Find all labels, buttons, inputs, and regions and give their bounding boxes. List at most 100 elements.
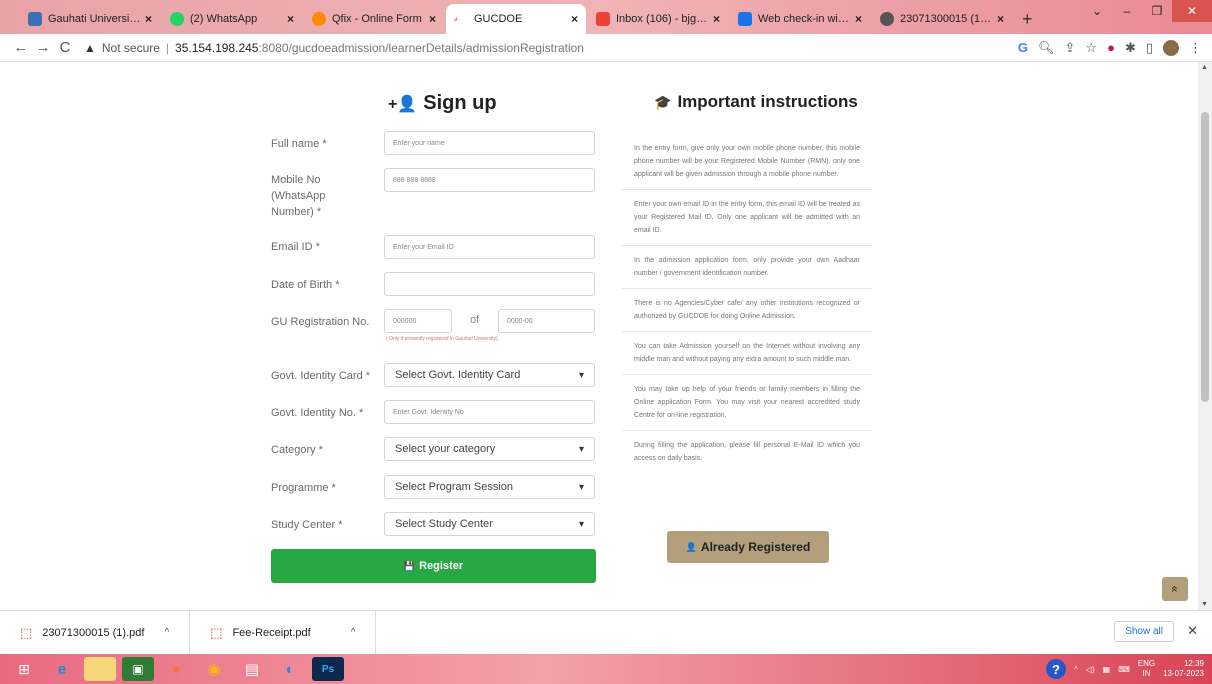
restore-button[interactable]: ❐ [1142, 0, 1172, 22]
bookmark-star-icon[interactable]: ☆ [1085, 40, 1097, 56]
tab-title: Web check-in with seat [758, 13, 851, 25]
new-tab-button[interactable]: + [1022, 4, 1033, 34]
photoshop-icon[interactable]: Ps [312, 657, 344, 681]
zoom-icon[interactable]: 🔍︎ [1038, 40, 1055, 56]
system-clock[interactable]: 12:39 13-07-2023 [1163, 659, 1204, 679]
instruction-item: Enter your own email ID in the entry for… [622, 190, 872, 246]
sidepanel-icon[interactable]: ▯ [1146, 40, 1153, 56]
tab-close-icon[interactable]: × [855, 12, 862, 26]
download-item[interactable]: ⬚ 23071300015 (1).pdf ^ [20, 610, 191, 655]
tab-close-icon[interactable]: × [429, 12, 436, 26]
graduation-cap-icon: 🎓 [654, 94, 672, 110]
gu-session-input[interactable]: 0000-00 [498, 309, 595, 333]
tab-close-icon[interactable]: × [145, 12, 152, 26]
language-indicator[interactable]: ENG IN [1138, 659, 1155, 679]
globe-favicon-icon [880, 12, 894, 26]
puzzle-icon[interactable]: ✱ [1125, 40, 1136, 56]
register-button[interactable]: 💾 Register [271, 549, 596, 583]
show-all-button[interactable]: Show all [1114, 621, 1174, 642]
instruction-item: You may take up help of your friends or … [622, 375, 872, 431]
instructions-heading: 🎓 Important instructions [654, 92, 858, 112]
download-item[interactable]: ⬚ Fee-Receipt.pdf ^ [210, 610, 377, 655]
tab-title: GUCDOE [474, 13, 523, 25]
mobile-input[interactable]: 888 888 8888 [384, 168, 595, 192]
edge-icon[interactable]: ◐ [274, 657, 306, 681]
already-registered-button[interactable]: 👤 Already Registered [667, 531, 829, 563]
close-window-button[interactable]: ✕ [1172, 0, 1212, 22]
tab-close-icon[interactable]: × [571, 12, 578, 26]
tray-chevron-icon[interactable]: ^ [1074, 665, 1078, 674]
instructions-list: In the entry form, give only your own mo… [622, 134, 872, 473]
tab-close-icon[interactable]: × [713, 12, 720, 26]
tab-gmail[interactable]: Inbox (106) - bjgoswam × [588, 4, 728, 34]
scrollbar-thumb[interactable] [1201, 112, 1209, 402]
category-select[interactable]: Select your category ▾ [384, 437, 595, 461]
warning-icon: ▲ [84, 40, 96, 55]
help-icon[interactable]: ? [1046, 659, 1067, 679]
tab-close-icon[interactable]: × [287, 12, 294, 26]
firefox-icon[interactable]: ● [160, 657, 192, 681]
chrome-icon[interactable]: ◉ [198, 657, 230, 681]
downloads-bar: ⬚ 23071300015 (1).pdf ^ ⬚ Fee-Receipt.pd… [0, 610, 1212, 655]
internet-explorer-icon[interactable]: e [46, 657, 78, 681]
gmail-favicon-icon [596, 12, 610, 26]
signup-heading: +👤 Sign up [388, 92, 497, 115]
close-downloads-icon[interactable]: ✕ [1187, 623, 1198, 639]
chevron-up-icon[interactable]: ^ [164, 627, 169, 638]
photos-icon[interactable]: ▤ [236, 657, 268, 681]
chevron-up-icon[interactable]: ^ [351, 627, 356, 638]
chevron-down-icon: ▾ [578, 481, 584, 493]
store-icon[interactable]: ▣ [122, 657, 154, 681]
extension-icon[interactable]: ● [1107, 40, 1115, 55]
tab-gucdoe[interactable]: 𝓈 GUCDOE × [446, 4, 586, 34]
identity-no-input[interactable]: Enter Govt. Identity No [384, 400, 595, 424]
url-field[interactable]: ▲ Not secure | 35.154.198.245 :8080/gucd… [84, 41, 1018, 55]
tab-strip: Gauhati University Centr × (2) WhatsApp … [0, 0, 1212, 34]
scroll-up-arrow-icon[interactable]: ▲ [1201, 64, 1208, 71]
instructions-title-text: Important instructions [677, 92, 858, 111]
tab-pdf[interactable]: 23071300015 (1).pdf × [872, 4, 1012, 34]
dob-input[interactable] [384, 272, 595, 296]
scroll-down-arrow-icon[interactable]: ▼ [1201, 601, 1208, 608]
reload-button[interactable]: C [54, 39, 76, 56]
instruction-item: There is no Agencies/Cyber cafe/ any oth… [622, 289, 872, 332]
speaker-icon[interactable]: ◁) [1086, 665, 1095, 674]
identity-card-value: Select Govt. Identity Card [395, 369, 521, 381]
tab-qfix[interactable]: Qfix - Online Form × [304, 4, 444, 34]
signup-title-text: Sign up [423, 92, 497, 114]
gu-registration-input[interactable]: 000000 [384, 309, 452, 333]
forward-button[interactable]: → [32, 39, 54, 56]
tab-close-icon[interactable]: × [997, 12, 1004, 26]
scroll-to-top-button[interactable]: « [1162, 577, 1188, 601]
user-icon: 👤 [685, 541, 697, 552]
email-input[interactable]: Enter your Email ID [384, 235, 595, 259]
menu-kebab-icon[interactable]: ⋮ [1189, 40, 1202, 56]
study-center-select[interactable]: Select Study Center ▾ [384, 512, 595, 536]
tab-whatsapp[interactable]: (2) WhatsApp × [162, 4, 302, 34]
share-icon[interactable]: ⇪ [1065, 40, 1076, 56]
ime-icon[interactable]: ⌨ [1118, 665, 1130, 674]
file-explorer-icon[interactable] [84, 657, 116, 681]
programme-select[interactable]: Select Program Session ▾ [384, 475, 595, 499]
minimize-button[interactable]: – [1112, 0, 1142, 22]
tab-title: 23071300015 (1).pdf [900, 13, 993, 25]
windows-start-icon[interactable]: ⊞ [8, 657, 40, 681]
google-icon[interactable]: G [1018, 40, 1028, 55]
back-button[interactable]: ← [10, 39, 32, 56]
pdf-file-icon: ⬚ [20, 624, 33, 640]
profile-avatar[interactable] [1163, 39, 1179, 56]
tab-webcheckin[interactable]: Web check-in with seat × [730, 4, 870, 34]
tab-title: Inbox (106) - bjgoswam [616, 13, 709, 25]
windows-taskbar: ⊞ e ▣ ● ◉ ▤ ◐ Ps ? ^ ◁) ▦ ⌨ ENG IN 12:39… [0, 654, 1212, 684]
tab-gauhati[interactable]: Gauhati University Centr × [20, 4, 160, 34]
instruction-item: In the entry form, give only your own mo… [622, 134, 872, 190]
mobile-label: Mobile No (WhatsApp Number) * [271, 174, 326, 218]
tab-search-icon[interactable]: ⌄ [1082, 0, 1112, 22]
network-icon[interactable]: ▦ [1103, 665, 1111, 674]
full-name-input[interactable]: Enter your name [384, 131, 595, 155]
identity-card-select[interactable]: Select Govt. Identity Card ▾ [384, 363, 595, 387]
qfix-favicon-icon [312, 12, 326, 26]
browser-window: Gauhati University Centr × (2) WhatsApp … [0, 0, 1212, 684]
page-scrollbar[interactable]: ▲ ▼ [1198, 62, 1212, 610]
full-name-label: Full name * [271, 138, 327, 150]
